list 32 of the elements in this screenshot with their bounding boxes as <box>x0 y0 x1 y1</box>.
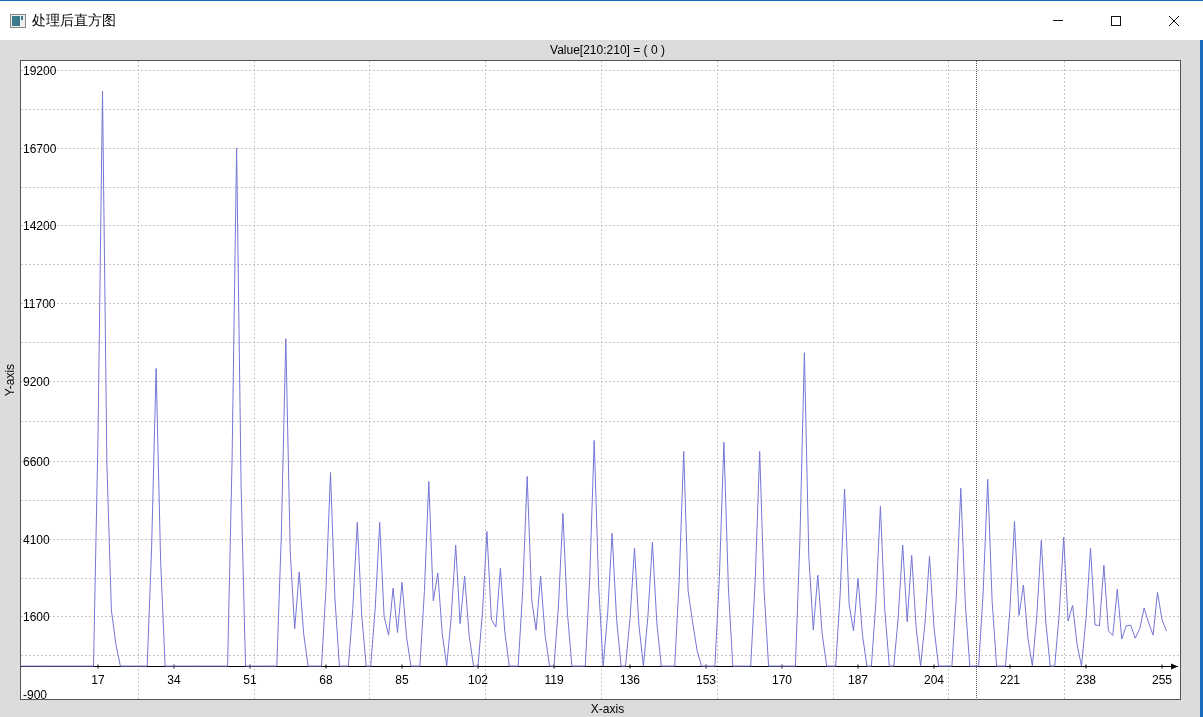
axis-tick-label: 204 <box>924 672 944 687</box>
axis-tick-label: 16700 <box>23 141 57 156</box>
axis-tick-label: 51 <box>243 672 257 687</box>
axis-tick-label: 238 <box>1076 672 1097 687</box>
chart-title: Value[210:210] = ( 0 ) <box>549 42 666 59</box>
axis-tick-label: 102 <box>468 672 488 687</box>
axis-tick-label: 119 <box>544 672 564 687</box>
axis-tick-label: 1600 <box>23 610 50 625</box>
maximize-icon <box>1110 14 1122 27</box>
axis-tick-label: 136 <box>620 672 640 687</box>
minimize-icon <box>1053 20 1063 21</box>
axis-tick-label: 153 <box>696 672 716 687</box>
window-title: 处理后直方图 <box>32 11 116 30</box>
axis-tick-label: 255 <box>1152 672 1173 687</box>
axis-tick-label: 17 <box>91 672 105 687</box>
axis-tick-label: 187 <box>848 672 868 687</box>
axis-tick-label: 4100 <box>23 532 50 547</box>
axis-tick-label: 11700 <box>23 297 56 312</box>
axis-tick-label: -900 <box>23 688 48 699</box>
axis-tick-label: 170 <box>772 672 792 687</box>
axis-tick-label: 9200 <box>23 374 50 389</box>
axis-title: Y-axis <box>3 363 17 397</box>
window-icon <box>10 13 26 28</box>
axis-title: X-axis <box>590 701 625 716</box>
axis-tick-label: 19200 <box>23 64 57 79</box>
axis-tick-label: 6600 <box>23 455 50 470</box>
close-icon <box>1168 14 1180 27</box>
axis-tick-label: 68 <box>319 672 333 687</box>
axis-tick-label: 34 <box>167 672 181 687</box>
axis-tick-label: 85 <box>395 672 409 687</box>
axis-tick-label: 14200 <box>23 219 57 234</box>
axis-tick-label: 221 <box>1000 672 1021 687</box>
